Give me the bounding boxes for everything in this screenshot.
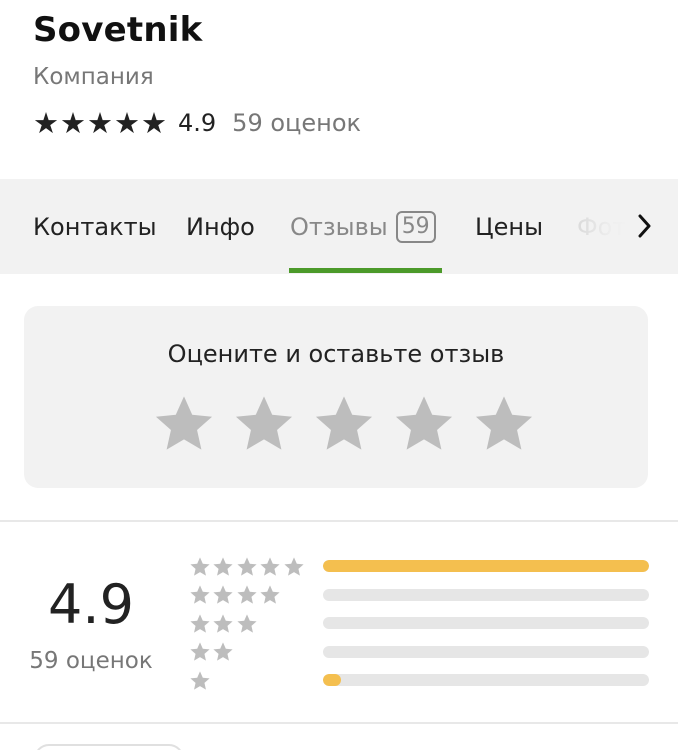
rate-star-5[interactable] bbox=[464, 388, 544, 458]
star-icon bbox=[188, 641, 212, 663]
filter-pill[interactable] bbox=[34, 744, 184, 750]
rate-star-1[interactable] bbox=[144, 388, 224, 458]
distribution-row-3 bbox=[188, 612, 650, 634]
section-divider bbox=[0, 722, 678, 724]
star-icon bbox=[395, 396, 453, 450]
star-icon bbox=[235, 612, 259, 634]
distribution-row-1 bbox=[188, 669, 650, 691]
tab-photos[interactable]: Фото bbox=[577, 179, 641, 274]
rate-and-review-card: Оцените и оставьте отзыв bbox=[24, 306, 648, 488]
star-icon bbox=[475, 396, 533, 450]
distribution-row-2 bbox=[188, 641, 650, 663]
tab-label: Контакты bbox=[33, 212, 157, 241]
star-icon: ★ bbox=[141, 106, 167, 140]
distribution-stars bbox=[188, 555, 306, 577]
rate-star-4[interactable] bbox=[384, 388, 464, 458]
distribution-bar-fill bbox=[323, 560, 649, 572]
company-rating-stars: ★ ★ ★ ★ ★ bbox=[33, 108, 168, 138]
distribution-stars bbox=[188, 641, 235, 663]
star-icon: ★ bbox=[87, 106, 113, 140]
reviews-count-badge: 59 bbox=[395, 210, 436, 243]
tab-info[interactable]: Инфо bbox=[186, 179, 255, 274]
star-icon bbox=[212, 641, 236, 663]
company-header: Sovetnik Компания ★ ★ ★ ★ ★ 4.9 59 оцено… bbox=[33, 8, 678, 138]
star-icon bbox=[259, 584, 283, 606]
tab-label: Цены bbox=[475, 212, 544, 241]
tab-label: Инфо bbox=[186, 212, 255, 241]
rate-stars-input bbox=[144, 388, 544, 458]
star-icon: ★ bbox=[114, 106, 140, 140]
distribution-stars bbox=[188, 612, 259, 634]
star-icon bbox=[188, 612, 212, 634]
company-name: Sovetnik bbox=[33, 10, 203, 50]
star-icon bbox=[235, 584, 259, 606]
star-icon bbox=[212, 584, 236, 606]
section-divider bbox=[0, 520, 678, 522]
star-icon: ★ bbox=[60, 106, 86, 140]
star-icon bbox=[212, 612, 236, 634]
distribution-bar-track bbox=[323, 560, 649, 572]
distribution-bar-track bbox=[323, 588, 649, 601]
rate-star-3[interactable] bbox=[304, 388, 384, 458]
star-icon bbox=[282, 555, 306, 577]
star-icon bbox=[188, 584, 212, 606]
distribution-row-4 bbox=[188, 584, 650, 606]
company-category: Компания bbox=[33, 64, 154, 90]
active-tab-indicator bbox=[289, 268, 442, 273]
summary-rating-value: 4.9 bbox=[48, 573, 134, 636]
star-icon: ★ bbox=[33, 106, 59, 140]
rate-star-2[interactable] bbox=[224, 388, 304, 458]
distribution-bar-fill bbox=[323, 674, 341, 686]
distribution-bar-track bbox=[323, 645, 649, 658]
chevron-right-icon bbox=[638, 214, 651, 238]
distribution-stars bbox=[188, 669, 212, 691]
tab-label: Фото bbox=[577, 212, 642, 241]
distribution-stars bbox=[188, 584, 282, 606]
star-icon bbox=[259, 555, 283, 577]
company-rating-value: 4.9 bbox=[178, 109, 217, 137]
summary-ratings-count: 59 оценок bbox=[29, 648, 153, 674]
tab-contacts[interactable]: Контакты bbox=[33, 179, 157, 274]
company-ratings-count: 59 оценок bbox=[232, 109, 361, 137]
tab-label: Отзывы bbox=[290, 212, 388, 241]
distribution-row-5 bbox=[188, 555, 650, 577]
star-icon bbox=[188, 555, 212, 577]
tab-prices[interactable]: Цены bbox=[475, 179, 543, 274]
tab-bar: Контакты Инфо Отзывы 59 Цены Фото bbox=[0, 179, 678, 274]
tab-scroll-next-button[interactable] bbox=[634, 211, 656, 241]
star-icon bbox=[315, 396, 373, 450]
star-icon bbox=[212, 555, 236, 577]
company-rating-row[interactable]: ★ ★ ★ ★ ★ 4.9 59 оценок bbox=[33, 108, 678, 138]
distribution-bar-track bbox=[323, 617, 649, 629]
star-icon bbox=[235, 555, 259, 577]
rate-prompt-title: Оцените и оставьте отзыв bbox=[167, 340, 505, 368]
star-icon bbox=[235, 396, 293, 450]
distribution-bar-track bbox=[323, 674, 649, 686]
star-icon bbox=[155, 396, 213, 450]
star-icon bbox=[188, 669, 212, 691]
tab-reviews[interactable]: Отзывы 59 bbox=[290, 179, 436, 274]
